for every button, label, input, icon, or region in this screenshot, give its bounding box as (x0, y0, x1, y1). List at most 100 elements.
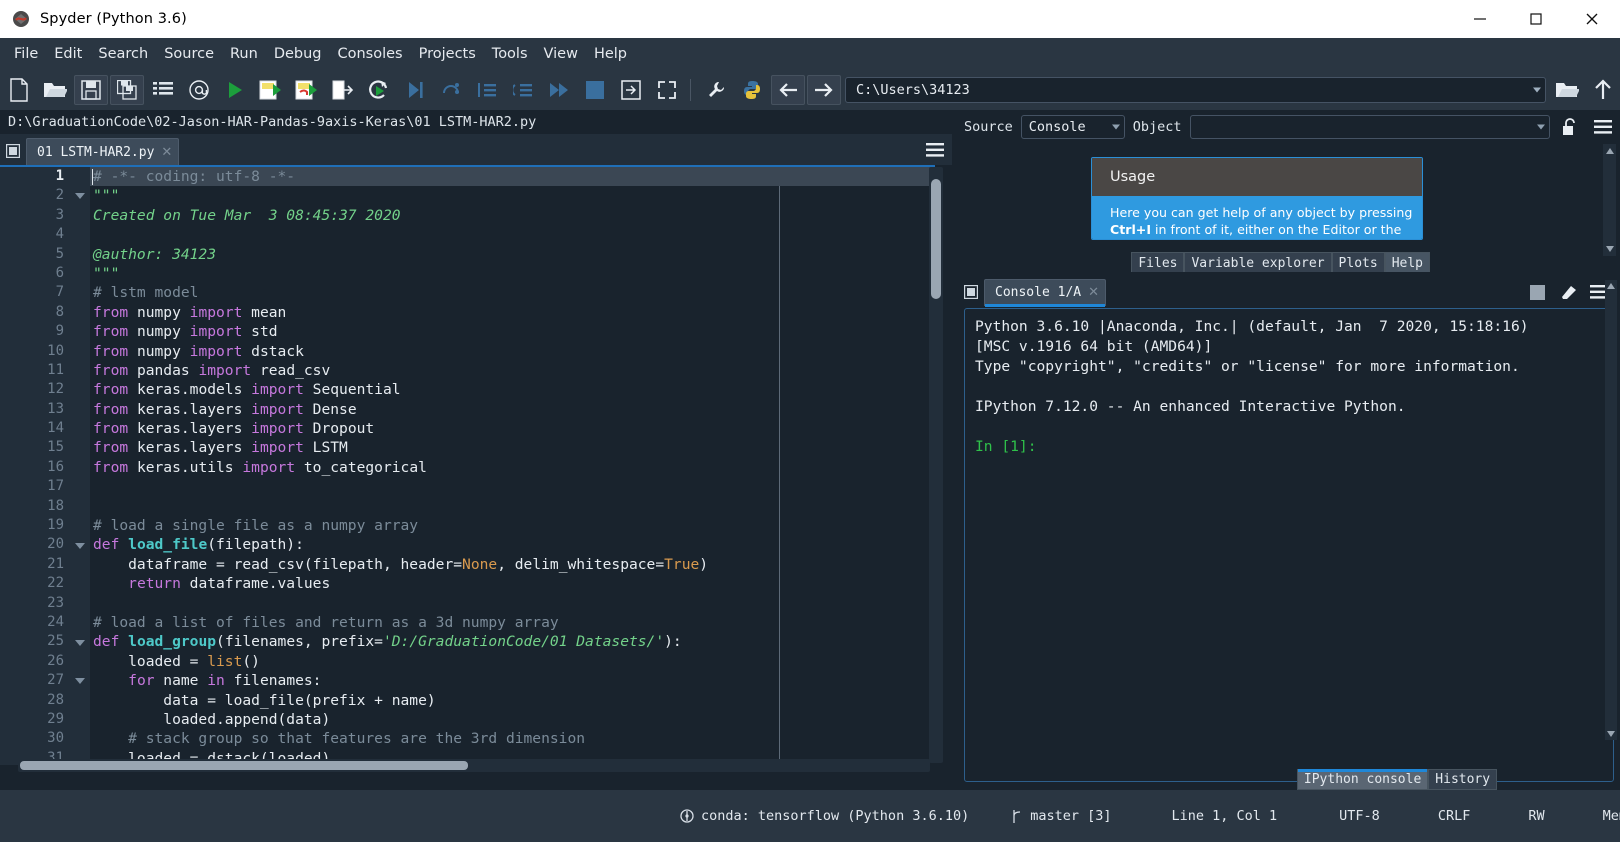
editor-vertical-scrollbar[interactable] (929, 167, 943, 763)
fold-triangle-icon[interactable] (75, 193, 85, 200)
code-line[interactable]: data = load_file(prefix + name) (90, 691, 935, 710)
menu-item-view[interactable]: View (536, 42, 586, 66)
code-line[interactable] (90, 497, 935, 516)
run-cell-icon[interactable] (254, 75, 288, 105)
help-vertical-scrollbar[interactable] (1603, 144, 1616, 256)
new-file-icon[interactable] (2, 75, 36, 105)
find-symbol-icon[interactable] (182, 75, 216, 105)
menu-item-run[interactable]: Run (222, 42, 266, 66)
browse-directory-icon[interactable] (1550, 75, 1584, 105)
forward-icon[interactable] (807, 75, 841, 105)
code-editor[interactable]: 1 2 3 4 5 6 7 8 9 10 11 12 13 14 15 16 17 18 19 20 21 22 23 24 2… (0, 165, 952, 765)
stop-debug-icon[interactable] (578, 75, 612, 105)
fold-triangle-icon[interactable] (75, 639, 85, 646)
tab-ipython-console[interactable]: IPython console (1296, 769, 1429, 790)
code-line[interactable]: from keras.layers import Dense (90, 400, 935, 419)
code-line[interactable] (90, 225, 935, 244)
fullscreen-icon[interactable] (650, 75, 684, 105)
maximize-pane-icon[interactable] (614, 75, 648, 105)
save-file-icon[interactable] (74, 75, 108, 105)
help-object-input[interactable] (1189, 115, 1550, 139)
console-vertical-scrollbar[interactable] (1605, 280, 1617, 740)
remove-all-variables-icon[interactable] (1554, 284, 1582, 300)
code-line[interactable]: def load_file(filepath): (90, 535, 935, 554)
menu-item-help[interactable]: Help (586, 42, 635, 66)
parent-directory-icon[interactable] (1586, 75, 1620, 105)
chevron-up-icon[interactable] (1606, 148, 1614, 154)
save-all-icon[interactable] (110, 75, 144, 105)
tab-files[interactable]: Files (1131, 252, 1185, 274)
step-over-icon[interactable] (434, 75, 468, 105)
code-line[interactable]: from keras.utils import to_categorical (90, 458, 935, 477)
menu-item-consoles[interactable]: Consoles (330, 42, 411, 66)
menu-item-tools[interactable]: Tools (484, 42, 536, 66)
menu-item-source[interactable]: Source (156, 42, 222, 66)
console-output[interactable]: Python 3.6.10 |Anaconda, Inc.| (default,… (964, 308, 1614, 782)
code-line[interactable]: # -*- coding: utf-8 -*- (90, 167, 935, 187)
debug-file-icon[interactable] (398, 75, 432, 105)
code-line[interactable]: """ (90, 186, 935, 205)
unlock-icon[interactable] (1558, 118, 1582, 136)
code-line[interactable]: for name in filenames: (90, 671, 935, 690)
code-line[interactable]: Created on Tue Mar 3 08:45:37 2020 (90, 206, 935, 225)
re-run-cell-icon[interactable] (362, 75, 396, 105)
code-line[interactable]: """ (90, 264, 935, 283)
minimize-button[interactable] (1452, 0, 1508, 38)
editor-options-button[interactable] (918, 135, 952, 165)
run-cell-advance-icon[interactable] (290, 75, 324, 105)
preferences-icon[interactable] (699, 75, 733, 105)
step-into-icon[interactable] (470, 75, 504, 105)
fold-triangle-icon[interactable] (75, 542, 85, 549)
code-line[interactable]: # stack group so that features are the 3… (90, 729, 935, 748)
menu-item-edit[interactable]: Edit (46, 42, 90, 66)
code-line[interactable]: dataframe = read_csv(filepath, header=No… (90, 555, 935, 574)
code-line[interactable]: from keras.layers import LSTM (90, 438, 935, 457)
scrollbar-thumb[interactable] (20, 761, 468, 770)
help-source-select[interactable]: Console (1020, 115, 1125, 139)
continue-icon[interactable] (542, 75, 576, 105)
code-line[interactable] (90, 594, 935, 613)
code-line[interactable]: from numpy import std (90, 322, 935, 341)
stop-icon[interactable] (1525, 284, 1550, 300)
chevron-down-icon[interactable] (1111, 124, 1120, 130)
open-file-icon[interactable] (38, 75, 72, 105)
code-line[interactable]: return dataframe.values (90, 574, 935, 593)
code-line[interactable]: from numpy import mean (90, 303, 935, 322)
code-line[interactable]: # lstm model (90, 283, 935, 302)
fold-triangle-icon[interactable] (75, 678, 85, 685)
code-line[interactable]: from keras.models import Sequential (90, 380, 935, 399)
tab-plots[interactable]: Plots (1331, 252, 1385, 274)
close-icon[interactable]: ✕ (1088, 285, 1099, 300)
chevron-down-icon[interactable] (1537, 124, 1545, 130)
code-line[interactable]: # load a list of files and return as a 3… (90, 613, 935, 632)
code-line[interactable] (90, 477, 935, 496)
working-directory-input[interactable]: C:\Users\34123 (845, 77, 1546, 103)
code-line[interactable]: @author: 34123 (90, 245, 935, 264)
code-line[interactable]: def load_group(filenames, prefix='D:/Gra… (90, 632, 935, 651)
code-line[interactable]: # load a single file as a numpy array (90, 516, 935, 535)
chevron-down-icon[interactable] (1533, 87, 1541, 93)
tab-variable-explorer[interactable]: Variable explorer (1184, 252, 1332, 274)
file-switcher-icon[interactable] (146, 75, 180, 105)
pythonpath-manager-icon[interactable] (735, 75, 769, 105)
tab-history[interactable]: History (1428, 769, 1498, 790)
menu-item-debug[interactable]: Debug (266, 42, 330, 66)
chevron-down-icon[interactable] (1607, 731, 1615, 737)
code-line[interactable]: loaded.append(data) (90, 710, 935, 729)
tab-help[interactable]: Help (1384, 252, 1430, 274)
chevron-up-icon[interactable] (1607, 283, 1615, 289)
menu-item-search[interactable]: Search (90, 42, 156, 66)
close-icon[interactable]: ✕ (161, 145, 172, 160)
menu-item-projects[interactable]: Projects (411, 42, 484, 66)
close-button[interactable] (1564, 0, 1620, 38)
console-tab-1a[interactable]: Console 1/A ✕ (984, 278, 1106, 307)
code-line[interactable]: from keras.layers import Dropout (90, 419, 935, 438)
code-line[interactable]: from pandas import read_csv (90, 361, 935, 380)
maximize-button[interactable] (1508, 0, 1564, 38)
back-icon[interactable] (771, 75, 805, 105)
step-return-icon[interactable] (506, 75, 540, 105)
code-line[interactable]: loaded = list() (90, 652, 935, 671)
code-lines[interactable]: # -*- coding: utf-8 -*- """ Created on Tue… (90, 167, 935, 765)
console-input-prompt[interactable]: In [1]: (975, 437, 1603, 457)
editor-tab-lstm-har2[interactable]: 01 LSTM-HAR2.py ✕ (26, 138, 180, 165)
